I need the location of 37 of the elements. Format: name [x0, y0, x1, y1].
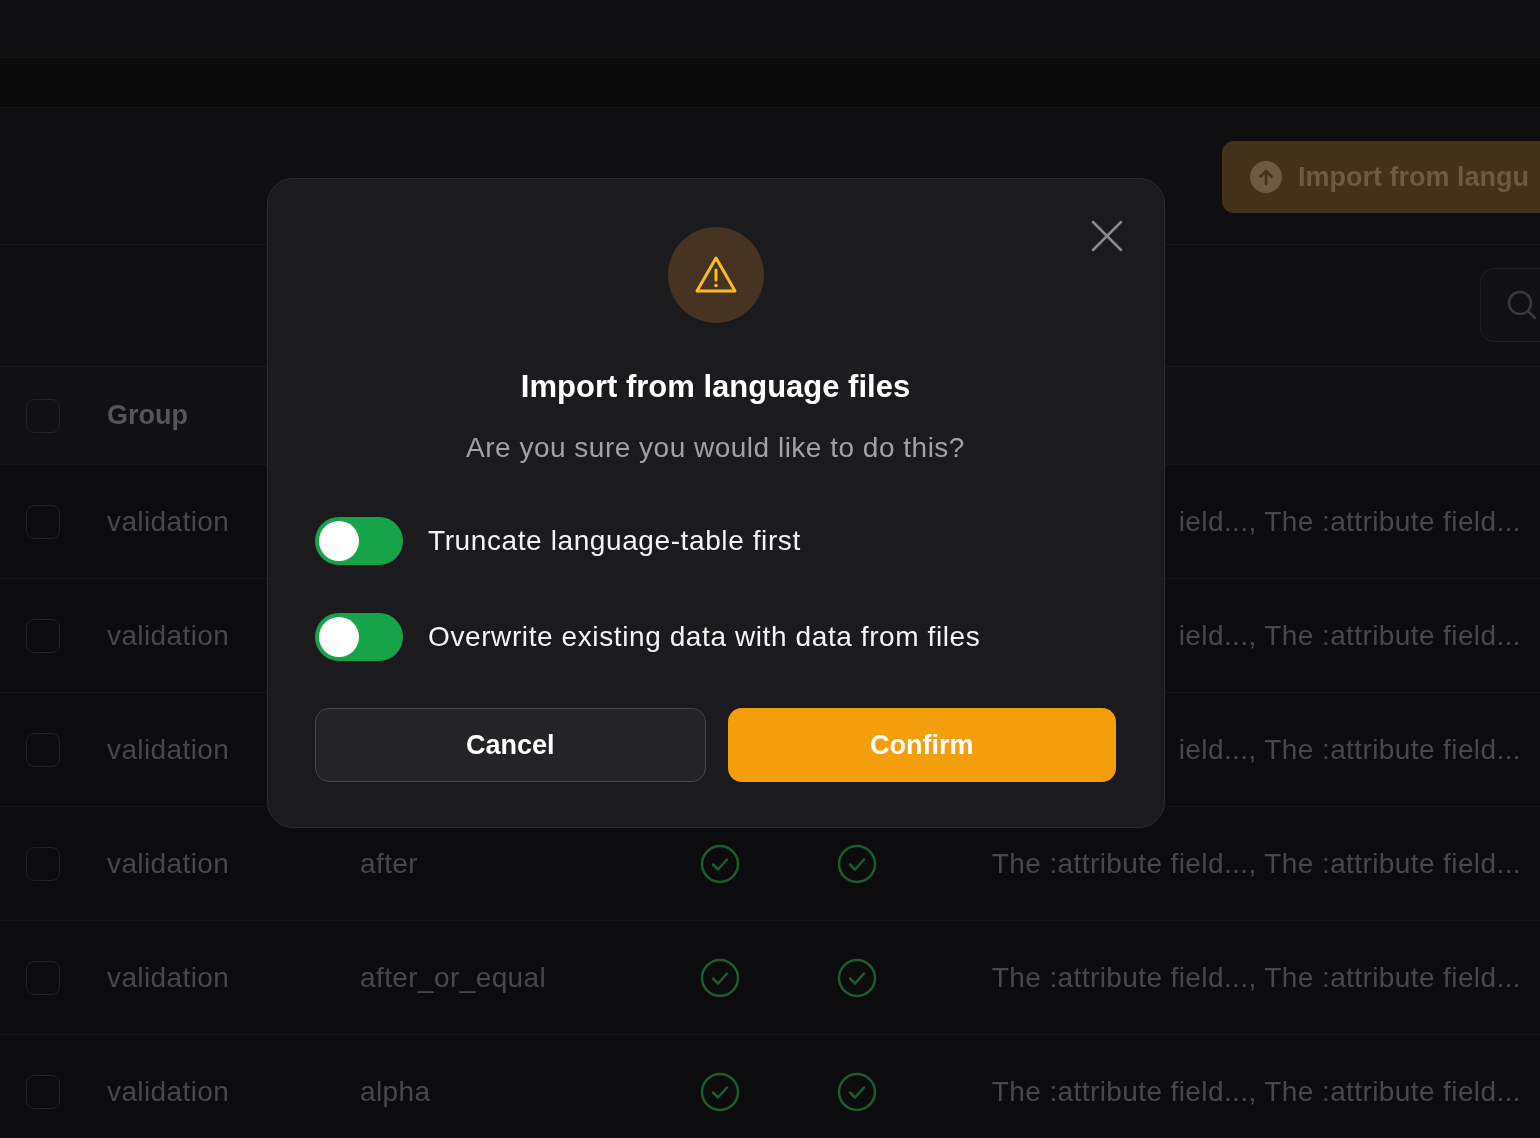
check-circle-icon: [700, 843, 740, 884]
check-circle-icon: [837, 843, 877, 884]
dialog-message: Are you sure you would like to do this?: [466, 432, 965, 464]
confirm-button[interactable]: Confirm: [727, 708, 1116, 782]
table-cell-text: validation: [107, 505, 231, 538]
dialog-title: Import from language files: [520, 369, 911, 405]
toggle-label: Truncate language-table first: [428, 525, 801, 557]
table-cell-text: validation: [107, 961, 231, 994]
check-circle-icon: [700, 1071, 740, 1112]
table-cell: ield..., The :attribute field...: [1178, 505, 1521, 538]
row-checkbox[interactable]: [26, 732, 60, 767]
table-cell-text: alpha: [360, 1075, 432, 1108]
close-icon: [1090, 219, 1124, 253]
table-cell: ield..., The :attribute field...: [1178, 619, 1521, 652]
column-header: Group: [107, 400, 188, 431]
table-cell: ield..., The :attribute field...: [1178, 733, 1521, 766]
check-circle-icon: [837, 957, 877, 998]
toggle-label: Overwrite existing data with data from files: [428, 621, 981, 653]
warning-icon: [693, 255, 738, 295]
table-cell: The :attribute field..., The :attribute field...: [991, 1075, 1521, 1108]
table-cell-text: validation: [107, 1075, 231, 1108]
upload-icon: [1250, 161, 1282, 193]
check-circle-icon: [837, 1071, 877, 1112]
table-cell-text: validation: [107, 619, 231, 652]
close-button[interactable]: [1090, 219, 1124, 253]
table-cell: The :attribute field..., The :attribute field...: [991, 847, 1521, 880]
row-checkbox[interactable]: [26, 504, 60, 539]
table-cell: The :attribute field..., The :attribute field...: [991, 961, 1521, 994]
table-cell-text: validation: [107, 733, 231, 766]
search-icon: [1507, 290, 1537, 320]
table-cell-text: validation: [107, 847, 231, 880]
check-circle-icon: [700, 957, 740, 998]
cancel-button[interactable]: Cancel: [315, 708, 706, 782]
table-cell-text: after: [360, 847, 420, 880]
toggle-switch[interactable]: [315, 613, 403, 661]
table-cell-text: after_or_equal: [360, 961, 548, 994]
toggle-switch[interactable]: [315, 517, 403, 565]
